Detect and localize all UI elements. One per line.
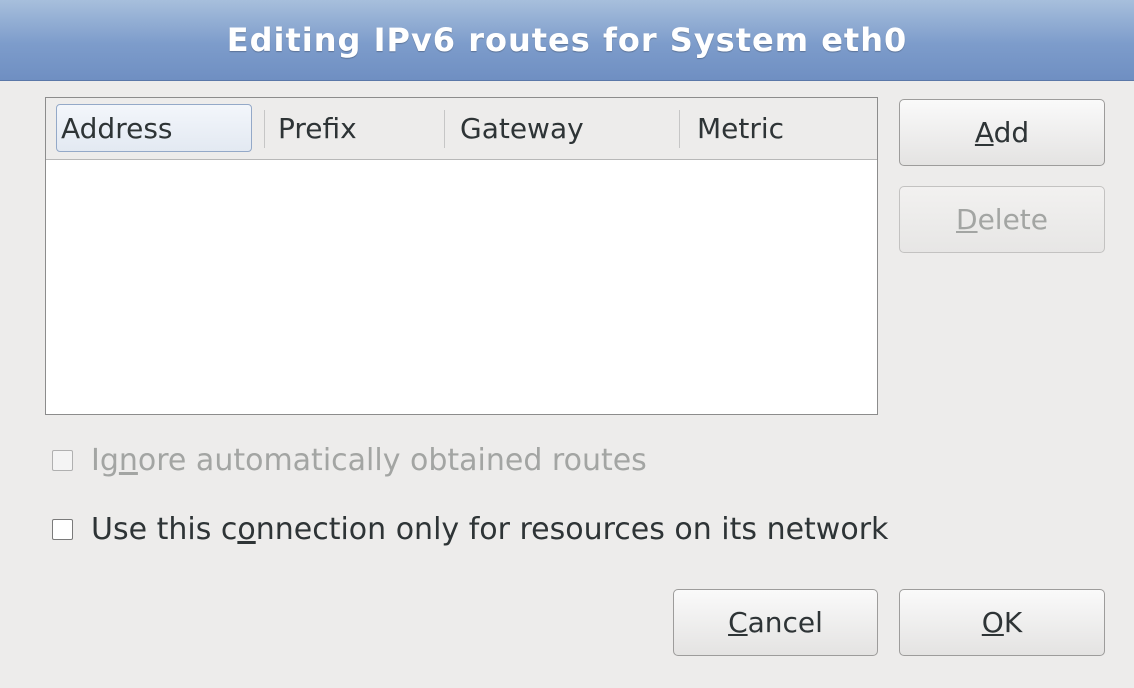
routes-table[interactable]: Address Prefix Gateway Metric — [45, 97, 878, 415]
column-separator — [444, 110, 445, 148]
routes-table-header: Address Prefix Gateway Metric — [46, 98, 877, 160]
column-header-prefix[interactable]: Prefix — [278, 104, 357, 152]
checkbox-box[interactable] — [52, 449, 73, 471]
ok-button[interactable]: OK — [899, 589, 1105, 656]
dialog-titlebar: Editing IPv6 routes for System eth0 — [0, 0, 1134, 81]
column-header-gateway[interactable]: Gateway — [460, 104, 584, 152]
ignore-auto-routes-checkbox[interactable]: Ignore automatically obtained routes — [52, 440, 647, 480]
add-button[interactable]: Add — [899, 99, 1105, 166]
dialog-title: Editing IPv6 routes for System eth0 — [226, 21, 908, 59]
delete-button-label: Delete — [956, 203, 1048, 236]
delete-button[interactable]: Delete — [899, 186, 1105, 253]
column-header-metric[interactable]: Metric — [697, 104, 784, 152]
only-local-resources-checkbox[interactable]: Use this connection only for resources o… — [52, 507, 888, 551]
checkbox-box[interactable] — [52, 518, 73, 540]
column-separator — [264, 110, 265, 148]
routes-table-body[interactable] — [46, 160, 877, 414]
column-separator — [679, 110, 680, 148]
only-local-resources-label: Use this connection only for resources o… — [91, 511, 889, 547]
cancel-button-label: Cancel — [728, 606, 823, 639]
add-button-label: Add — [974, 116, 1030, 149]
ok-button-label: OK — [981, 606, 1023, 639]
ignore-auto-routes-label: Ignore automatically obtained routes — [91, 442, 647, 478]
cancel-button[interactable]: Cancel — [673, 589, 878, 656]
column-header-address[interactable]: Address — [56, 104, 252, 152]
